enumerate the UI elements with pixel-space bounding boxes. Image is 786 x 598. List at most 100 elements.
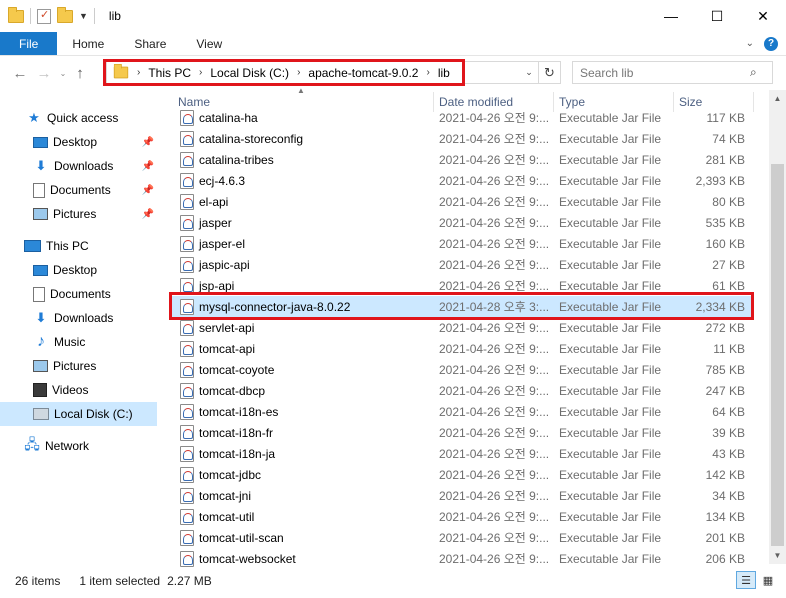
minimize-button[interactable]: —: [648, 0, 694, 32]
close-button[interactable]: ✕: [740, 0, 786, 32]
file-row[interactable]: tomcat-dbcp 2021-04-26 오전 9:... Executable…: [171, 380, 753, 401]
scroll-up-icon[interactable]: ▲: [769, 90, 786, 107]
jar-file-icon: [180, 214, 194, 231]
file-row[interactable]: tomcat-i18n-es 2021-04-26 오전 9:... Executa…: [171, 401, 753, 422]
file-date-modified: 2021-04-26 오전 9:...: [439, 216, 550, 230]
file-name: servlet-api: [199, 320, 255, 335]
up-button[interactable]: ↑: [70, 65, 90, 82]
expand-ribbon-chevron-icon[interactable]: ⌄: [746, 38, 754, 49]
minimize-icon: —: [664, 8, 678, 24]
breadcrumb-this-pc[interactable]: This PC: [148, 66, 191, 80]
search-box[interactable]: ⌕: [572, 61, 773, 84]
file-name: tomcat-i18n-ja: [199, 446, 276, 461]
help-icon[interactable]: ?: [764, 36, 778, 51]
chevron-right-icon[interactable]: ›: [297, 67, 300, 78]
file-row[interactable]: el-api 2021-04-26 오전 9:... Executable Jar …: [171, 191, 753, 212]
jar-file-icon: [180, 130, 194, 147]
file-type: Executable Jar File: [559, 257, 662, 272]
file-date-modified: 2021-04-26 오전 9:...: [439, 363, 550, 377]
nav-qa-documents[interactable]: Documents 📌: [0, 178, 160, 202]
file-row[interactable]: catalina-storeconfig 2021-04-26 오전 9:... E…: [171, 128, 753, 149]
file-size: 27 KB: [712, 257, 745, 272]
file-date-modified: 2021-04-26 오전 9:...: [439, 111, 550, 125]
toolbar-divider: [93, 8, 95, 24]
pin-icon: 📌: [141, 208, 154, 220]
jar-file-icon: [180, 529, 194, 546]
refresh-icon[interactable]: ↻: [538, 62, 560, 83]
file-row[interactable]: tomcat-i18n-fr 2021-04-26 오전 9:... Executa…: [171, 422, 753, 443]
tab-home[interactable]: Home: [57, 32, 119, 55]
chevron-right-icon[interactable]: ›: [426, 67, 429, 78]
file-row[interactable]: jasper 2021-04-26 오전 9:... Executable Jar …: [171, 212, 753, 233]
nav-pc-music[interactable]: ♪ Music: [0, 330, 160, 354]
scroll-down-icon[interactable]: ▼: [769, 547, 786, 564]
nav-pc-videos[interactable]: Videos: [0, 378, 160, 402]
file-row[interactable]: jasper-el 2021-04-26 오전 9:... Executable J…: [171, 233, 753, 254]
file-row[interactable]: tomcat-websocket 2021-04-26 오전 9:... Execu…: [171, 548, 753, 569]
file-row[interactable]: catalina-ha 2021-04-26 오전 9:... Executable…: [171, 107, 753, 128]
nav-pc-documents[interactable]: Documents: [0, 282, 160, 306]
file-row[interactable]: ecj-4.6.3 2021-04-26 오전 9:... Executable J…: [171, 170, 753, 191]
details-view-icon[interactable]: ☰: [736, 571, 756, 589]
file-row[interactable]: catalina-tribes 2021-04-26 오전 9:... Execut…: [171, 149, 753, 170]
nav-quick-access[interactable]: ★ Quick access: [0, 106, 160, 130]
tab-share[interactable]: Share: [119, 32, 181, 55]
nav-qa-pictures[interactable]: Pictures 📌: [0, 202, 160, 226]
file-size: 2,334 KB: [695, 299, 745, 314]
file-row[interactable]: tomcat-util-scan 2021-04-26 오전 9:... Execu…: [171, 527, 753, 548]
file-type: Executable Jar File: [559, 173, 662, 188]
breadcrumb-lib[interactable]: lib: [438, 66, 450, 80]
toolbar-divider: [30, 8, 31, 24]
forward-button[interactable]: →: [32, 65, 56, 82]
nav-pc-local-disk[interactable]: Local Disk (C:): [0, 402, 157, 426]
file-row[interactable]: tomcat-jdbc 2021-04-26 오전 9:... Executable…: [171, 464, 753, 485]
jar-file-icon: [180, 445, 194, 462]
back-button[interactable]: ←: [8, 65, 32, 82]
nav-pc-desktop[interactable]: Desktop: [0, 258, 160, 282]
nav-pc-pictures[interactable]: Pictures: [0, 354, 160, 378]
scroll-thumb[interactable]: [771, 164, 784, 546]
tab-view[interactable]: View: [181, 32, 237, 55]
chevron-right-icon[interactable]: ›: [137, 67, 140, 78]
nav-pc-downloads[interactable]: ⬇ Downloads: [0, 306, 160, 330]
file-size: 64 KB: [712, 404, 745, 419]
file-row[interactable]: mysql-connector-java-8.0.22 2021-04-28 오후…: [171, 296, 753, 317]
file-row[interactable]: jsp-api 2021-04-26 오전 9:... Executable Jar…: [171, 275, 753, 296]
file-row[interactable]: tomcat-util 2021-04-26 오전 9:... Executable…: [171, 506, 753, 527]
file-type: Executable Jar File: [559, 278, 662, 293]
file-type: Executable Jar File: [559, 110, 662, 125]
vertical-scrollbar[interactable]: ▲ ▼: [769, 90, 786, 564]
breadcrumb-apache-tomcat[interactable]: apache-tomcat-9.0.2: [308, 66, 418, 80]
network-icon: 🖧: [24, 436, 40, 452]
customize-toolbar-chevron-icon[interactable]: ▼: [79, 11, 88, 21]
file-size: 74 KB: [712, 131, 745, 146]
chevron-right-icon[interactable]: ›: [199, 67, 202, 78]
nav-qa-desktop[interactable]: Desktop 📌: [0, 130, 160, 154]
address-bar[interactable]: › This PC › Local Disk (C:) › apache-tom…: [106, 61, 561, 84]
file-size: 80 KB: [712, 194, 745, 209]
jar-file-icon: [180, 298, 194, 315]
tab-file[interactable]: File: [0, 32, 58, 55]
search-input[interactable]: [580, 65, 750, 80]
file-row[interactable]: tomcat-api 2021-04-26 오전 9:... Executable …: [171, 338, 753, 359]
item-count: 26 items: [15, 573, 61, 588]
search-icon[interactable]: ⌕: [750, 65, 757, 80]
file-row[interactable]: tomcat-coyote 2021-04-26 오전 9:... Executab…: [171, 359, 753, 380]
nav-network[interactable]: 🖧 Network: [0, 434, 160, 458]
file-name: tomcat-jdbc: [199, 467, 262, 482]
desktop-icon: [33, 136, 48, 148]
large-icons-view-icon[interactable]: ▦: [758, 571, 778, 589]
file-row[interactable]: servlet-api 2021-04-26 오전 9:... Executable…: [171, 317, 753, 338]
nav-qa-downloads[interactable]: ⬇ Downloads 📌: [0, 154, 160, 178]
jar-file-icon: [180, 277, 194, 294]
file-row[interactable]: jaspic-api 2021-04-26 오전 9:... Executable …: [171, 254, 753, 275]
breadcrumb-local-disk[interactable]: Local Disk (C:): [210, 66, 289, 80]
maximize-button[interactable]: ☐: [694, 0, 740, 32]
file-row[interactable]: tomcat-i18n-ja 2021-04-26 오전 9:... Executa…: [171, 443, 753, 464]
file-row[interactable]: tomcat-jni 2021-04-26 오전 9:... Executable …: [171, 485, 753, 506]
recent-locations-chevron-icon[interactable]: ⌄: [56, 69, 70, 78]
address-history-chevron-icon[interactable]: ⌄: [520, 67, 538, 78]
new-folder-icon[interactable]: [57, 6, 73, 23]
nav-this-pc[interactable]: This PC: [0, 234, 160, 258]
properties-icon[interactable]: [37, 8, 51, 24]
